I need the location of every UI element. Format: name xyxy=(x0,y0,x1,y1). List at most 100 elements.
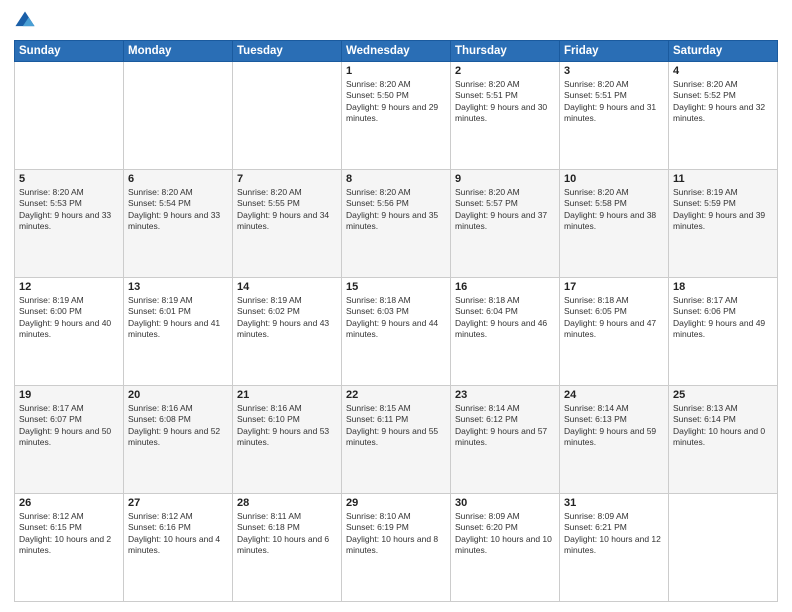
day-number: 31 xyxy=(564,497,664,509)
weekday-saturday: Saturday xyxy=(669,41,778,62)
page: SundayMondayTuesdayWednesdayThursdayFrid… xyxy=(0,0,792,612)
day-number: 6 xyxy=(128,173,228,185)
weekday-wednesday: Wednesday xyxy=(342,41,451,62)
week-row-5: 26 Sunrise: 8:12 AM Sunset: 6:15 PM Dayli… xyxy=(15,494,778,602)
day-number: 4 xyxy=(673,65,773,77)
day-cell: 12 Sunrise: 8:19 AM Sunset: 6:00 PM Dayli… xyxy=(15,278,124,386)
weekday-monday: Monday xyxy=(124,41,233,62)
day-info: Sunrise: 8:20 AM Sunset: 5:58 PM Dayligh… xyxy=(564,187,664,233)
day-info: Sunrise: 8:20 AM Sunset: 5:50 PM Dayligh… xyxy=(346,79,446,125)
day-cell xyxy=(233,62,342,170)
calendar-table: SundayMondayTuesdayWednesdayThursdayFrid… xyxy=(14,40,778,602)
day-cell: 28 Sunrise: 8:11 AM Sunset: 6:18 PM Dayli… xyxy=(233,494,342,602)
day-cell: 18 Sunrise: 8:17 AM Sunset: 6:06 PM Dayli… xyxy=(669,278,778,386)
day-number: 26 xyxy=(19,497,119,509)
day-cell: 10 Sunrise: 8:20 AM Sunset: 5:58 PM Dayli… xyxy=(560,170,669,278)
day-info: Sunrise: 8:20 AM Sunset: 5:52 PM Dayligh… xyxy=(673,79,773,125)
day-info: Sunrise: 8:20 AM Sunset: 5:57 PM Dayligh… xyxy=(455,187,555,233)
day-number: 29 xyxy=(346,497,446,509)
day-info: Sunrise: 8:15 AM Sunset: 6:11 PM Dayligh… xyxy=(346,403,446,449)
day-number: 14 xyxy=(237,281,337,293)
day-number: 16 xyxy=(455,281,555,293)
day-info: Sunrise: 8:20 AM Sunset: 5:53 PM Dayligh… xyxy=(19,187,119,233)
day-info: Sunrise: 8:19 AM Sunset: 6:01 PM Dayligh… xyxy=(128,295,228,341)
day-cell: 7 Sunrise: 8:20 AM Sunset: 5:55 PM Daylig… xyxy=(233,170,342,278)
day-info: Sunrise: 8:16 AM Sunset: 6:08 PM Dayligh… xyxy=(128,403,228,449)
calendar-body: 1 Sunrise: 8:20 AM Sunset: 5:50 PM Daylig… xyxy=(15,62,778,602)
day-info: Sunrise: 8:12 AM Sunset: 6:15 PM Dayligh… xyxy=(19,511,119,557)
day-number: 5 xyxy=(19,173,119,185)
day-cell: 29 Sunrise: 8:10 AM Sunset: 6:19 PM Dayli… xyxy=(342,494,451,602)
day-number: 30 xyxy=(455,497,555,509)
day-cell xyxy=(124,62,233,170)
day-cell: 1 Sunrise: 8:20 AM Sunset: 5:50 PM Daylig… xyxy=(342,62,451,170)
day-cell: 4 Sunrise: 8:20 AM Sunset: 5:52 PM Daylig… xyxy=(669,62,778,170)
day-info: Sunrise: 8:17 AM Sunset: 6:07 PM Dayligh… xyxy=(19,403,119,449)
day-cell xyxy=(15,62,124,170)
day-cell: 6 Sunrise: 8:20 AM Sunset: 5:54 PM Daylig… xyxy=(124,170,233,278)
day-info: Sunrise: 8:14 AM Sunset: 6:12 PM Dayligh… xyxy=(455,403,555,449)
day-info: Sunrise: 8:11 AM Sunset: 6:18 PM Dayligh… xyxy=(237,511,337,557)
day-number: 3 xyxy=(564,65,664,77)
day-info: Sunrise: 8:20 AM Sunset: 5:54 PM Dayligh… xyxy=(128,187,228,233)
day-info: Sunrise: 8:20 AM Sunset: 5:56 PM Dayligh… xyxy=(346,187,446,233)
day-cell: 22 Sunrise: 8:15 AM Sunset: 6:11 PM Dayli… xyxy=(342,386,451,494)
day-cell: 21 Sunrise: 8:16 AM Sunset: 6:10 PM Dayli… xyxy=(233,386,342,494)
day-info: Sunrise: 8:18 AM Sunset: 6:04 PM Dayligh… xyxy=(455,295,555,341)
day-cell: 16 Sunrise: 8:18 AM Sunset: 6:04 PM Dayli… xyxy=(451,278,560,386)
day-info: Sunrise: 8:18 AM Sunset: 6:03 PM Dayligh… xyxy=(346,295,446,341)
day-info: Sunrise: 8:19 AM Sunset: 5:59 PM Dayligh… xyxy=(673,187,773,233)
day-info: Sunrise: 8:10 AM Sunset: 6:19 PM Dayligh… xyxy=(346,511,446,557)
day-cell: 17 Sunrise: 8:18 AM Sunset: 6:05 PM Dayli… xyxy=(560,278,669,386)
day-info: Sunrise: 8:20 AM Sunset: 5:55 PM Dayligh… xyxy=(237,187,337,233)
day-cell: 25Sunrise: 8:13 AM Sunset: 6:14 PM Dayli… xyxy=(669,386,778,494)
day-number: 1 xyxy=(346,65,446,77)
day-number: 7 xyxy=(237,173,337,185)
day-info: Sunrise: 8:09 AM Sunset: 6:21 PM Dayligh… xyxy=(564,511,664,557)
day-info: Sunrise: 8:20 AM Sunset: 5:51 PM Dayligh… xyxy=(455,79,555,125)
day-number: 19 xyxy=(19,389,119,401)
weekday-header-row: SundayMondayTuesdayWednesdayThursdayFrid… xyxy=(15,41,778,62)
day-info: Sunrise: 8:16 AM Sunset: 6:10 PM Dayligh… xyxy=(237,403,337,449)
day-info: Sunrise: 8:17 AM Sunset: 6:06 PM Dayligh… xyxy=(673,295,773,341)
day-number: 21 xyxy=(237,389,337,401)
day-number: 10 xyxy=(564,173,664,185)
day-number: 13 xyxy=(128,281,228,293)
weekday-friday: Friday xyxy=(560,41,669,62)
day-number: 22 xyxy=(346,389,446,401)
day-info: Sunrise: 8:14 AM Sunset: 6:13 PM Dayligh… xyxy=(564,403,664,449)
day-info: Sunrise: 8:18 AM Sunset: 6:05 PM Dayligh… xyxy=(564,295,664,341)
day-cell: 14 Sunrise: 8:19 AM Sunset: 6:02 PM Dayli… xyxy=(233,278,342,386)
day-number: 18 xyxy=(673,281,773,293)
week-row-1: 1 Sunrise: 8:20 AM Sunset: 5:50 PM Daylig… xyxy=(15,62,778,170)
day-info: Sunrise: 8:19 AM Sunset: 6:02 PM Dayligh… xyxy=(237,295,337,341)
day-info: Sunrise: 8:13 AM Sunset: 6:14 PM Dayligh… xyxy=(673,403,773,449)
day-cell: 8 Sunrise: 8:20 AM Sunset: 5:56 PM Daylig… xyxy=(342,170,451,278)
day-number: 8 xyxy=(346,173,446,185)
day-cell: 31 Sunrise: 8:09 AM Sunset: 6:21 PM Dayli… xyxy=(560,494,669,602)
day-cell: 20Sunrise: 8:16 AM Sunset: 6:08 PM Dayli… xyxy=(124,386,233,494)
day-cell: 11Sunrise: 8:19 AM Sunset: 5:59 PM Dayli… xyxy=(669,170,778,278)
header xyxy=(14,10,778,32)
week-row-3: 12 Sunrise: 8:19 AM Sunset: 6:00 PM Dayli… xyxy=(15,278,778,386)
day-number: 28 xyxy=(237,497,337,509)
day-number: 17 xyxy=(564,281,664,293)
day-info: Sunrise: 8:09 AM Sunset: 6:20 PM Dayligh… xyxy=(455,511,555,557)
day-cell: 24Sunrise: 8:14 AM Sunset: 6:13 PM Dayli… xyxy=(560,386,669,494)
logo-icon xyxy=(14,10,36,32)
day-cell: 5 Sunrise: 8:20 AM Sunset: 5:53 PM Daylig… xyxy=(15,170,124,278)
day-cell: 9Sunrise: 8:20 AM Sunset: 5:57 PM Daylig… xyxy=(451,170,560,278)
day-cell: 13 Sunrise: 8:19 AM Sunset: 6:01 PM Dayli… xyxy=(124,278,233,386)
day-number: 12 xyxy=(19,281,119,293)
day-cell: 26 Sunrise: 8:12 AM Sunset: 6:15 PM Dayli… xyxy=(15,494,124,602)
day-number: 15 xyxy=(346,281,446,293)
weekday-sunday: Sunday xyxy=(15,41,124,62)
day-cell: 15 Sunrise: 8:18 AM Sunset: 6:03 PM Dayli… xyxy=(342,278,451,386)
day-cell: 23Sunrise: 8:14 AM Sunset: 6:12 PM Dayli… xyxy=(451,386,560,494)
weekday-thursday: Thursday xyxy=(451,41,560,62)
day-cell: 2Sunrise: 8:20 AM Sunset: 5:51 PM Daylig… xyxy=(451,62,560,170)
day-cell xyxy=(669,494,778,602)
week-row-2: 5 Sunrise: 8:20 AM Sunset: 5:53 PM Daylig… xyxy=(15,170,778,278)
day-number: 27 xyxy=(128,497,228,509)
day-info: Sunrise: 8:19 AM Sunset: 6:00 PM Dayligh… xyxy=(19,295,119,341)
